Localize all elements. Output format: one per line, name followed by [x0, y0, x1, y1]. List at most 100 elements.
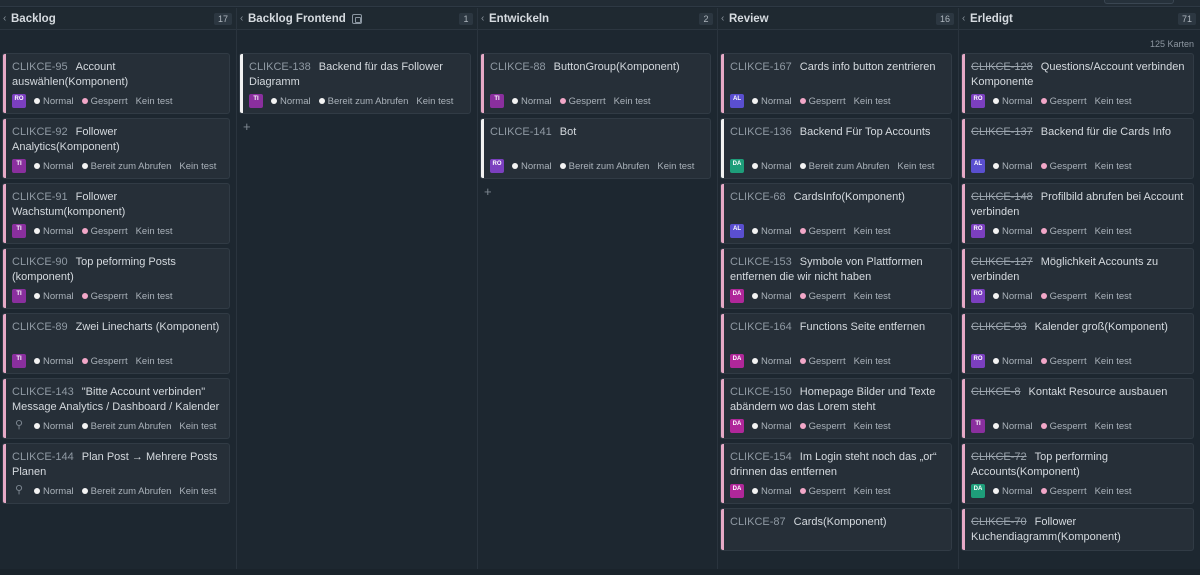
- assignee-avatar[interactable]: TI: [249, 94, 263, 108]
- card-key[interactable]: CLIKCE-90: [12, 256, 68, 268]
- kanban-card[interactable]: CLIKCE-141 Bot RO Normal Bereit zum Abrufen K…: [480, 118, 711, 179]
- kanban-card[interactable]: CLIKCE-68 CardsInfo(Komponent) AL Normal Ges…: [720, 183, 952, 244]
- test-label[interactable]: Kein test: [416, 96, 453, 107]
- kanban-card[interactable]: CLIKCE-153 Symbole von Plattformen entfer…: [720, 248, 952, 309]
- priority-pill[interactable]: Normal: [512, 96, 552, 107]
- card-key[interactable]: CLIKCE-167: [730, 61, 792, 73]
- kanban-card[interactable]: CLIKCE-72 Top performing Accounts(Kompone…: [961, 443, 1194, 504]
- column-header[interactable]: ‹ Entwickeln 2: [478, 8, 717, 30]
- status-pill[interactable]: Bereit zum Abrufen: [559, 161, 649, 172]
- test-label[interactable]: Kein test: [136, 96, 173, 107]
- card-key[interactable]: CLIKCE-95: [12, 61, 68, 73]
- assignee-avatar[interactable]: DA: [730, 354, 744, 368]
- status-pill[interactable]: Gesperrt: [559, 96, 606, 107]
- test-label[interactable]: Kein test: [854, 226, 891, 237]
- toolbar-button[interactable]: [1104, 0, 1174, 4]
- priority-pill[interactable]: Normal: [34, 486, 74, 497]
- kanban-card[interactable]: CLIKCE-144 Plan Post → Mehrere Posts Plan…: [2, 443, 230, 504]
- status-pill[interactable]: Bereit zum Abrufen: [81, 161, 171, 172]
- column-header[interactable]: ‹ Backlog 17: [0, 8, 236, 30]
- assignee-avatar[interactable]: RO: [971, 224, 985, 238]
- assignee-avatar[interactable]: RO: [971, 94, 985, 108]
- priority-pill[interactable]: Normal: [752, 356, 792, 367]
- kanban-card[interactable]: CLIKCE-127 Möglichkeit Accounts zu verbin…: [961, 248, 1194, 309]
- card-key[interactable]: CLIKCE-153: [730, 256, 792, 268]
- card-key[interactable]: CLIKCE-127: [971, 256, 1033, 268]
- chevron-left-icon[interactable]: ‹: [721, 13, 729, 24]
- card-key[interactable]: CLIKCE-92: [12, 126, 68, 138]
- card-key[interactable]: CLIKCE-93: [971, 321, 1027, 333]
- test-label[interactable]: Kein test: [136, 291, 173, 302]
- unassigned-person-icon[interactable]: ⚲: [12, 484, 26, 498]
- test-label[interactable]: Kein test: [1095, 486, 1132, 497]
- test-label[interactable]: Kein test: [1095, 161, 1132, 172]
- priority-pill[interactable]: Normal: [993, 356, 1033, 367]
- assignee-avatar[interactable]: AL: [730, 94, 744, 108]
- test-label[interactable]: Kein test: [614, 96, 651, 107]
- priority-pill[interactable]: Normal: [993, 96, 1033, 107]
- status-pill[interactable]: Gesperrt: [1040, 96, 1087, 107]
- kanban-card[interactable]: CLIKCE-143 "Bitte Account verbinden" Mess…: [2, 378, 230, 439]
- kanban-card[interactable]: CLIKCE-154 Im Login steht noch das „or“ d…: [720, 443, 952, 504]
- kanban-card[interactable]: CLIKCE-93 Kalender groß(Komponent) RO Norma…: [961, 313, 1194, 374]
- priority-pill[interactable]: Normal: [752, 161, 792, 172]
- card-key[interactable]: CLIKCE-88: [490, 61, 546, 73]
- priority-pill[interactable]: Normal: [993, 226, 1033, 237]
- test-label[interactable]: Kein test: [897, 161, 934, 172]
- card-key[interactable]: CLIKCE-141: [490, 126, 552, 138]
- status-pill[interactable]: Gesperrt: [1040, 161, 1087, 172]
- status-pill[interactable]: Gesperrt: [1040, 356, 1087, 367]
- status-pill[interactable]: Gesperrt: [81, 291, 128, 302]
- card-key[interactable]: CLIKCE-128: [971, 61, 1033, 73]
- assignee-avatar[interactable]: RO: [971, 354, 985, 368]
- kanban-card[interactable]: CLIKCE-8 Kontakt Resource ausbauen TI Norma…: [961, 378, 1194, 439]
- status-pill[interactable]: Gesperrt: [1040, 291, 1087, 302]
- kanban-card[interactable]: CLIKCE-137 Backend für die Cards Info AL No…: [961, 118, 1194, 179]
- kanban-card[interactable]: CLIKCE-136 Backend Für Top Accounts DA Norm…: [720, 118, 952, 179]
- unassigned-person-icon[interactable]: ⚲: [12, 419, 26, 433]
- status-pill[interactable]: Gesperrt: [1040, 226, 1087, 237]
- card-key[interactable]: CLIKCE-144: [12, 451, 74, 463]
- kanban-card[interactable]: CLIKCE-148 Profilbild abrufen bei Account…: [961, 183, 1194, 244]
- priority-pill[interactable]: Normal: [34, 421, 74, 432]
- test-label[interactable]: Kein test: [1095, 226, 1132, 237]
- test-label[interactable]: Kein test: [179, 421, 216, 432]
- priority-pill[interactable]: Normal: [752, 421, 792, 432]
- test-label[interactable]: Kein test: [854, 356, 891, 367]
- card-key[interactable]: CLIKCE-164: [730, 321, 792, 333]
- add-card-plus-icon[interactable]: +: [480, 183, 711, 201]
- card-key[interactable]: CLIKCE-8: [971, 386, 1021, 398]
- priority-pill[interactable]: Normal: [993, 161, 1033, 172]
- card-key[interactable]: CLIKCE-87: [730, 516, 786, 528]
- test-label[interactable]: Kein test: [854, 421, 891, 432]
- card-key[interactable]: CLIKCE-89: [12, 321, 68, 333]
- priority-pill[interactable]: Normal: [34, 226, 74, 237]
- assignee-avatar[interactable]: AL: [730, 224, 744, 238]
- test-label[interactable]: Kein test: [1095, 96, 1132, 107]
- kanban-card[interactable]: CLIKCE-90 Top peforming Posts (komponent)…: [2, 248, 230, 309]
- card-key[interactable]: CLIKCE-72: [971, 451, 1027, 463]
- test-label[interactable]: Kein test: [179, 161, 216, 172]
- test-label[interactable]: Kein test: [657, 161, 694, 172]
- assignee-avatar[interactable]: DA: [730, 159, 744, 173]
- assignee-avatar[interactable]: DA: [730, 289, 744, 303]
- kanban-card[interactable]: CLIKCE-92 Follower Analytics(Komponent) TI…: [2, 118, 230, 179]
- card-key[interactable]: CLIKCE-91: [12, 191, 68, 203]
- card-key[interactable]: CLIKCE-148: [971, 191, 1033, 203]
- card-key[interactable]: CLIKCE-138: [249, 61, 311, 73]
- test-label[interactable]: Kein test: [1095, 356, 1132, 367]
- priority-pill[interactable]: Normal: [34, 356, 74, 367]
- status-pill[interactable]: Bereit zum Abrufen: [318, 96, 408, 107]
- priority-pill[interactable]: Normal: [993, 291, 1033, 302]
- status-pill[interactable]: Gesperrt: [799, 486, 846, 497]
- assignee-avatar[interactable]: AL: [971, 159, 985, 173]
- assignee-avatar[interactable]: TI: [12, 354, 26, 368]
- copy-icon[interactable]: [351, 13, 362, 24]
- test-label[interactable]: Kein test: [854, 291, 891, 302]
- column-header[interactable]: ‹ Erledigt 71: [959, 8, 1200, 30]
- status-pill[interactable]: Gesperrt: [799, 291, 846, 302]
- status-pill[interactable]: Gesperrt: [81, 356, 128, 367]
- status-pill[interactable]: Gesperrt: [799, 421, 846, 432]
- status-pill[interactable]: Gesperrt: [799, 226, 846, 237]
- card-key[interactable]: CLIKCE-68: [730, 191, 786, 203]
